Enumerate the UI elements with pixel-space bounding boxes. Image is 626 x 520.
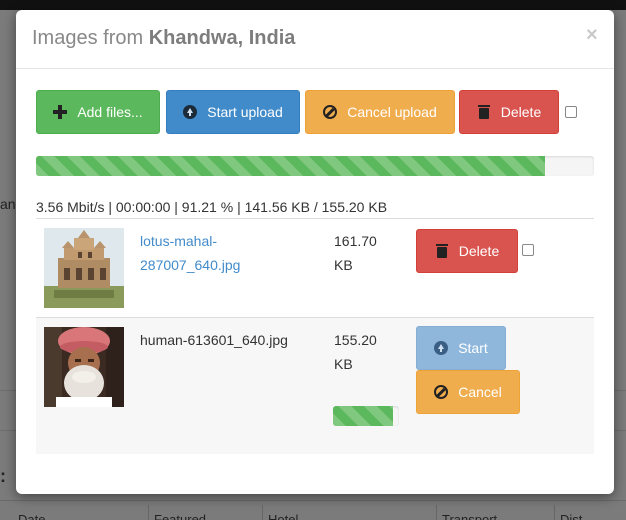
file-size-unit: KB xyxy=(334,257,353,273)
file-cancel-button[interactable]: Cancel xyxy=(416,370,520,414)
background-col-divider xyxy=(554,505,555,520)
file-name-line2: 287007_640.jpg xyxy=(140,257,241,273)
file-row: lotus-mahal- 287007_640.jpg 161.70 KB De… xyxy=(36,218,594,317)
start-upload-label: Start upload xyxy=(207,104,283,120)
background-col-divider xyxy=(148,505,149,520)
background-col-divider xyxy=(262,505,263,520)
trash-icon xyxy=(435,244,449,258)
file-size-value: 155.20 xyxy=(334,332,377,348)
select-all-checkbox[interactable] xyxy=(565,106,577,118)
thumbnail-lotus-mahal xyxy=(44,228,124,308)
background-col-dist: Dist xyxy=(560,512,583,520)
file-cancel-label: Cancel xyxy=(458,384,502,400)
background-col-date: Date xyxy=(18,512,46,520)
add-files-label: Add files... xyxy=(77,104,143,120)
upload-circle-icon xyxy=(183,105,198,119)
file-progress-bar xyxy=(333,406,399,426)
global-progress-fill xyxy=(36,156,545,176)
delete-selected-label: Delete xyxy=(500,104,542,120)
file-select-checkbox[interactable] xyxy=(522,244,534,256)
thumbnail-human xyxy=(44,327,124,407)
background-table-header xyxy=(0,500,626,520)
trash-icon xyxy=(477,105,491,119)
background-col-hotel: Hotel xyxy=(268,512,299,520)
background-top-bar xyxy=(0,0,626,10)
close-button[interactable]: × xyxy=(586,24,598,47)
background-dots: : xyxy=(0,466,6,486)
file-name-link[interactable]: lotus-mahal- 287007_640.jpg xyxy=(140,229,270,277)
upload-stats: 3.56 Mbit/s | 00:00:00 | 91.21 % | 141.5… xyxy=(36,199,388,215)
file-start-label: Start xyxy=(458,340,488,356)
file-progress-fill xyxy=(333,406,394,426)
upload-circle-icon xyxy=(434,341,449,355)
delete-selected-button[interactable]: Delete xyxy=(459,90,559,134)
file-size: 161.70 KB xyxy=(334,229,394,277)
modal-title: Images from Khandwa, India xyxy=(32,27,295,50)
background-col-transport: Transport xyxy=(442,512,498,520)
ban-icon xyxy=(434,385,449,399)
file-name: human-613601_640.jpg xyxy=(140,332,288,348)
cancel-upload-button[interactable]: Cancel upload xyxy=(305,90,455,134)
global-progress-bar xyxy=(36,156,594,176)
ban-icon xyxy=(323,105,338,119)
modal-header: Images from Khandwa, India × xyxy=(16,10,614,69)
file-size-value: 161.70 xyxy=(334,233,377,249)
add-files-button[interactable]: Add files... xyxy=(36,90,160,134)
cancel-upload-label: Cancel upload xyxy=(347,104,437,120)
file-size: 155.20 KB xyxy=(334,328,394,376)
modal-title-location: Khandwa, India xyxy=(148,27,296,49)
file-size-unit: KB xyxy=(334,356,353,372)
file-delete-button[interactable]: Delete xyxy=(416,229,518,273)
file-delete-label: Delete xyxy=(458,243,500,259)
modal-title-prefix: Images from xyxy=(32,27,144,49)
plus-icon xyxy=(53,105,68,119)
start-upload-button[interactable]: Start upload xyxy=(166,90,300,134)
upload-modal: Images from Khandwa, India × Add files..… xyxy=(16,10,614,494)
background-col-featured: Featured xyxy=(154,512,207,520)
file-row: human-613601_640.jpg 155.20 KB Start Can… xyxy=(36,317,594,454)
background-text: an xyxy=(0,196,16,212)
file-start-button[interactable]: Start xyxy=(416,326,506,370)
background-col-divider xyxy=(436,505,437,520)
file-name-line1: lotus-mahal- xyxy=(140,233,218,249)
